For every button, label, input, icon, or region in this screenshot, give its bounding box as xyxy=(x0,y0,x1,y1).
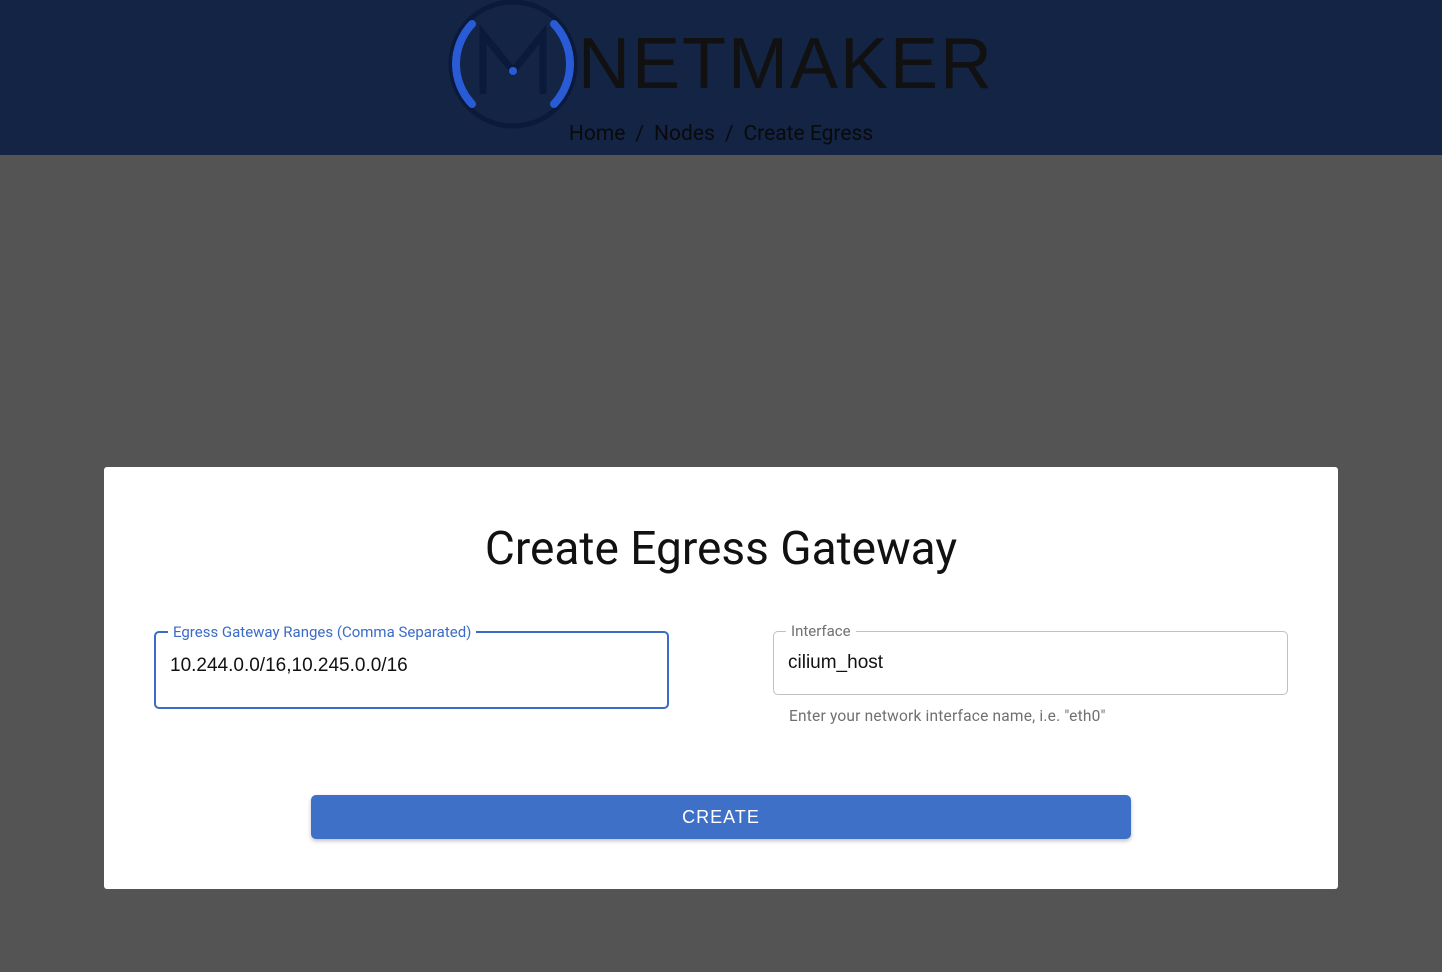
app-header: NETMAKER Home / Nodes / Create Egress xyxy=(0,0,1442,155)
egress-ranges-input-wrap: Egress Gateway Ranges (Comma Separated) xyxy=(154,631,669,709)
brand-name: NETMAKER xyxy=(578,23,994,105)
interface-input-wrap: Interface xyxy=(773,631,1288,695)
egress-ranges-input[interactable] xyxy=(170,655,653,677)
breadcrumb-separator: / xyxy=(725,122,734,146)
brand-logo[interactable]: NETMAKER xyxy=(448,0,994,128)
interface-helper-text: Enter your network interface name, i.e. … xyxy=(789,707,1288,725)
interface-field: Interface Enter your network interface n… xyxy=(773,631,1288,725)
netmaker-logo-icon xyxy=(448,0,578,129)
breadcrumb-separator: / xyxy=(635,122,644,146)
interface-label: Interface xyxy=(786,622,856,640)
breadcrumb-nodes[interactable]: Nodes xyxy=(654,122,715,146)
breadcrumb-current: Create Egress xyxy=(744,122,874,146)
form-row: Egress Gateway Ranges (Comma Separated) … xyxy=(154,631,1288,725)
interface-input[interactable] xyxy=(788,652,1273,674)
breadcrumb-home[interactable]: Home xyxy=(569,122,626,146)
card-title: Create Egress Gateway xyxy=(154,522,1288,576)
create-button[interactable]: CREATE xyxy=(311,795,1131,839)
egress-ranges-field: Egress Gateway Ranges (Comma Separated) xyxy=(154,631,669,725)
breadcrumb: Home / Nodes / Create Egress xyxy=(569,122,873,146)
create-egress-card: Create Egress Gateway Egress Gateway Ran… xyxy=(104,467,1338,889)
content-area: Create Egress Gateway Egress Gateway Ran… xyxy=(0,155,1442,889)
egress-ranges-label: Egress Gateway Ranges (Comma Separated) xyxy=(168,623,476,641)
